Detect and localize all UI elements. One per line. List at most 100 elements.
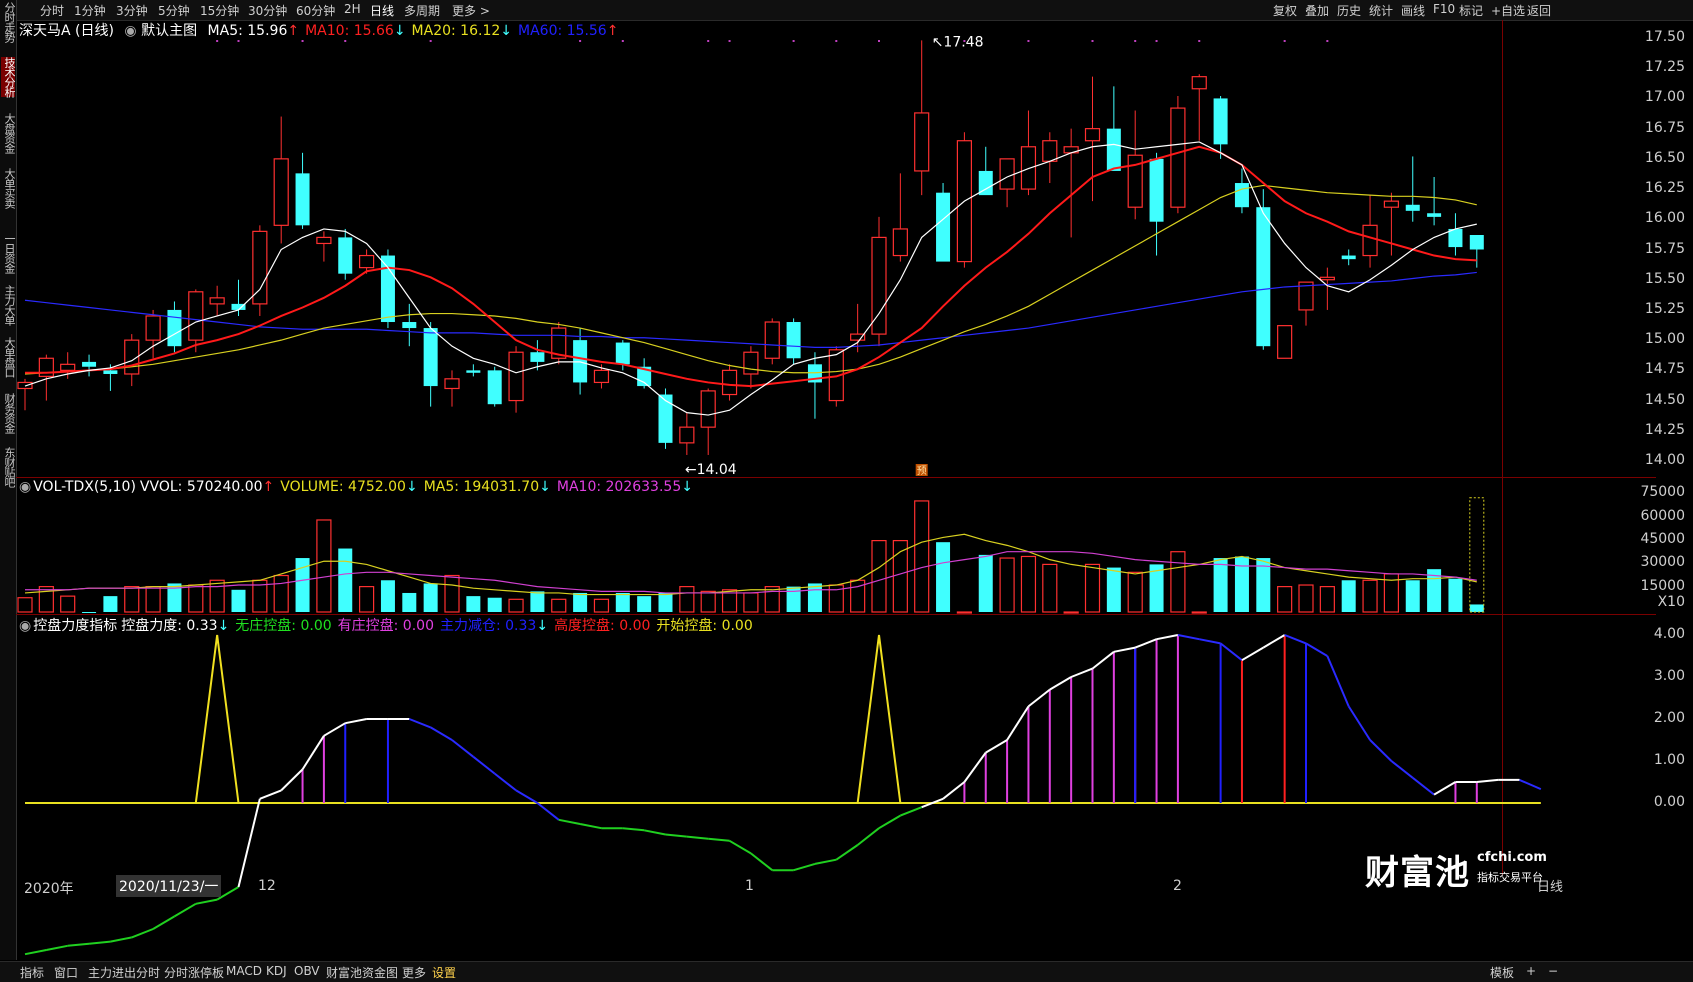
volume-bar bbox=[444, 574, 460, 613]
volume-bar bbox=[743, 592, 759, 613]
control-strength-line bbox=[323, 722, 346, 737]
toolbar-button[interactable]: − bbox=[1548, 964, 1558, 978]
volume-bar bbox=[103, 596, 118, 612]
volume-bar bbox=[615, 592, 630, 612]
control-strength-line bbox=[708, 837, 730, 842]
axis-tick-label: 45000 bbox=[1640, 531, 1685, 547]
axis-tick-label: X10 bbox=[1657, 594, 1685, 610]
control-strength-line bbox=[430, 726, 453, 741]
candle-body bbox=[60, 363, 76, 371]
stock-chart[interactable]: ↖17.48 ←14.04 预 bbox=[0, 0, 1693, 981]
control-strength-line bbox=[280, 768, 304, 792]
volume-bar bbox=[338, 548, 353, 612]
volume-bar bbox=[978, 554, 993, 612]
axis-tick-label: 14.75 bbox=[1644, 361, 1685, 378]
indicator-tab[interactable]: KDJ bbox=[266, 964, 287, 978]
axis-tick-label: 17.25 bbox=[1644, 59, 1685, 76]
event-marker bbox=[1283, 40, 1286, 42]
axis-tick-label: 17.50 bbox=[1644, 29, 1685, 45]
candle-body bbox=[402, 322, 417, 329]
axis-tick-label: 4.00 bbox=[1653, 626, 1685, 642]
volume-bar bbox=[188, 584, 204, 613]
control-strength-line bbox=[1091, 651, 1115, 670]
candle-body bbox=[1448, 228, 1463, 248]
candle-body bbox=[743, 351, 759, 375]
candle-body bbox=[1341, 255, 1356, 260]
candle-body bbox=[508, 351, 524, 402]
candle-body bbox=[380, 255, 395, 323]
watermark-tagline: 指标交易平台 bbox=[1477, 871, 1543, 884]
control-strength-line bbox=[1219, 642, 1243, 661]
volume-bar bbox=[593, 598, 610, 613]
candle-body bbox=[1106, 128, 1121, 171]
control-strength-line bbox=[1284, 634, 1307, 645]
control-strength-line bbox=[1006, 705, 1030, 741]
volume-bar bbox=[637, 596, 652, 612]
candle-body bbox=[1149, 158, 1164, 222]
control-strength-line bbox=[1369, 739, 1393, 762]
control-strength-line bbox=[686, 835, 709, 840]
volume-bar bbox=[700, 590, 716, 613]
watermark-brand: 财富池 bbox=[1365, 853, 1470, 893]
volume-bar bbox=[573, 592, 588, 612]
event-marker bbox=[792, 40, 795, 42]
candle-body bbox=[209, 297, 225, 305]
candle-body bbox=[764, 321, 780, 359]
volume-bar bbox=[1341, 580, 1356, 612]
x-axis-month-2: 2 bbox=[1173, 878, 1182, 894]
control-strength-line bbox=[942, 781, 966, 800]
volume-bar bbox=[1084, 563, 1101, 613]
volume-bar bbox=[1106, 567, 1121, 612]
axis-tick-label: 2.00 bbox=[1653, 710, 1685, 726]
start-control-spike bbox=[856, 634, 902, 804]
control-strength-line bbox=[558, 818, 581, 825]
volume-bar bbox=[1170, 551, 1186, 613]
axis-tick-label: 1.00 bbox=[1653, 752, 1685, 768]
candle-body bbox=[593, 369, 610, 384]
indicator-tab[interactable]: OBV bbox=[294, 964, 320, 978]
candle-body bbox=[423, 328, 438, 387]
control-strength-line bbox=[1027, 688, 1051, 708]
control-strength-line bbox=[963, 752, 987, 783]
control-strength-line bbox=[1070, 667, 1093, 678]
low-price-label: ←14.04 bbox=[685, 462, 737, 478]
volume-bar bbox=[380, 580, 395, 612]
candle-body bbox=[1234, 183, 1249, 208]
axis-tick-label: 30000 bbox=[1640, 554, 1685, 570]
volume-bar bbox=[551, 598, 567, 613]
volume-bar bbox=[273, 574, 289, 613]
control-strength-line bbox=[345, 718, 367, 725]
volume-bar bbox=[402, 592, 417, 612]
candle-body bbox=[1256, 207, 1271, 347]
event-marker bbox=[621, 40, 624, 42]
indicator-tab[interactable]: MACD bbox=[226, 964, 262, 978]
candle-body bbox=[721, 369, 738, 396]
volume-bar bbox=[17, 597, 33, 613]
control-strength-line bbox=[1156, 634, 1179, 641]
cursor-date: 2020/11/23/一 bbox=[116, 875, 222, 897]
toolbar-button[interactable]: 模板 bbox=[1490, 964, 1514, 981]
control-strength-line bbox=[301, 735, 325, 770]
event-marker bbox=[835, 40, 838, 42]
control-strength-line bbox=[1476, 778, 1499, 783]
indicator-tab[interactable]: 财富池资金图 bbox=[326, 964, 398, 981]
control-strength-line bbox=[1305, 642, 1328, 657]
indicator-tab[interactable]: 指标 bbox=[20, 964, 44, 981]
axis-tick-label: 3.00 bbox=[1653, 668, 1685, 684]
axis-tick-label: 16.25 bbox=[1644, 180, 1685, 197]
indicator-tab[interactable]: 主力进出分时 bbox=[88, 964, 160, 981]
indicator-tab[interactable]: 设置 bbox=[432, 964, 456, 981]
event-marker bbox=[216, 40, 219, 42]
toolbar-button[interactable]: + bbox=[1526, 964, 1536, 978]
indicator-tab[interactable]: 更多 bbox=[402, 964, 426, 981]
indicator-tab[interactable]: 分时涨停板 bbox=[164, 964, 224, 981]
control-strength-line bbox=[1262, 634, 1286, 649]
indicator-tab[interactable]: 窗口 bbox=[54, 964, 78, 981]
control-strength-line bbox=[1326, 655, 1350, 707]
forecast-marker-label: 预 bbox=[917, 465, 927, 477]
start-control-spike bbox=[194, 634, 240, 804]
control-strength-line bbox=[1199, 638, 1221, 645]
event-marker bbox=[963, 40, 966, 42]
watermark-domain: cfchi.com bbox=[1477, 850, 1547, 865]
candle-body bbox=[444, 378, 460, 390]
